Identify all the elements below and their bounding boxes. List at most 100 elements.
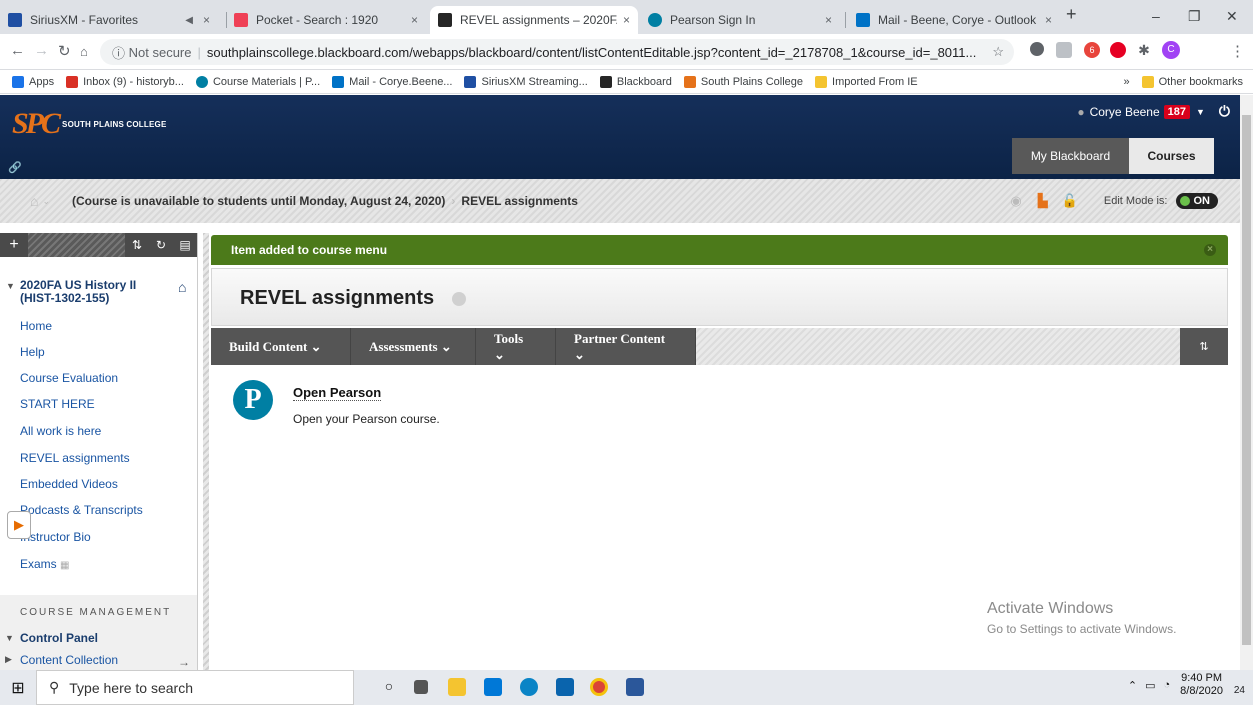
bookmarks-overflow[interactable]: » [1124, 76, 1130, 88]
menu-icon[interactable]: ⋮ [1230, 42, 1245, 60]
extension-icon[interactable]: 6 [1084, 42, 1100, 58]
tab-pocket[interactable]: Pocket - Search : 1920 × [226, 6, 426, 34]
partner-content-button[interactable]: Partner Content ⌄ [556, 328, 696, 365]
bookmark-course-materials[interactable]: Course Materials | P... [195, 75, 320, 88]
new-tab-button[interactable]: + [1066, 4, 1077, 25]
close-icon[interactable]: × [825, 13, 832, 27]
wifi-icon[interactable]: ◔ [1164, 679, 1171, 691]
edge-icon[interactable] [520, 678, 538, 696]
tab-my-blackboard[interactable]: My Blackboard [1012, 138, 1129, 174]
home-icon[interactable]: ⌂ [30, 193, 38, 209]
add-menu-item-icon[interactable]: + [0, 236, 28, 254]
edit-mode-toggle[interactable]: ON [1175, 193, 1218, 209]
link-icon[interactable]: 🔗 [8, 161, 22, 174]
sidebar-item-course-evaluation[interactable]: Course Evaluation [20, 371, 118, 385]
control-panel-heading[interactable]: Control Panel [20, 631, 98, 645]
assessments-button[interactable]: Assessments ⌄ [351, 328, 476, 365]
cortana-icon[interactable]: ○ [380, 678, 398, 696]
build-content-button[interactable]: Build Content ⌄ [211, 328, 351, 365]
bookmark-mail[interactable]: Mail - Corye.Beene... [332, 75, 453, 88]
bookmark-blackboard[interactable]: Blackboard [599, 75, 672, 88]
task-view-icon[interactable] [414, 680, 428, 694]
bookmark-apps[interactable]: Apps [12, 75, 54, 88]
sort-icon[interactable]: ⇅ [1180, 328, 1228, 365]
bookmark-imported[interactable]: Imported From IE [815, 75, 918, 88]
extension-icon[interactable] [1030, 42, 1044, 56]
chrome-icon[interactable] [590, 678, 608, 696]
address-bar[interactable]: ⓘ Not secure | southplainscollege.blackb… [100, 39, 1014, 65]
chevron-down-icon[interactable]: ⌄ [42, 196, 50, 207]
forward-icon[interactable]: → [34, 42, 49, 59]
file-explorer-icon[interactable] [448, 678, 466, 696]
puzzle-icon[interactable]: ✱ [1136, 42, 1152, 58]
word-icon[interactable] [626, 678, 644, 696]
home-icon[interactable]: ⌂ [80, 44, 88, 59]
tab-pearson-sign-in[interactable]: Pearson Sign In × [640, 6, 840, 34]
bookmark-south-plains[interactable]: South Plains College [683, 75, 803, 88]
course-management-heading: COURSE MANAGEMENT [20, 607, 172, 618]
folder-view-icon[interactable]: ▤ [173, 238, 197, 252]
breadcrumb-course[interactable]: (Course is unavailable to students until… [72, 194, 445, 208]
tab-revel-assignments[interactable]: REVEL assignments – 2020FA U × [430, 6, 638, 34]
reload-icon[interactable]: ↻ [58, 42, 71, 60]
other-bookmarks[interactable]: Other bookmarks [1141, 75, 1243, 88]
clock[interactable]: 9:40 PM 8/8/2020 [1180, 672, 1223, 698]
scrollbar-thumb[interactable] [1242, 115, 1251, 645]
close-icon[interactable]: × [1204, 244, 1216, 256]
play-media-button[interactable]: ▶ [7, 511, 31, 539]
mail-icon[interactable] [556, 678, 574, 696]
sidebar-item-exams[interactable]: Exams ▦ [20, 557, 69, 571]
window-close-button[interactable]: ✕ [1226, 8, 1238, 25]
lock-icon[interactable]: 🔓 [1062, 193, 1078, 209]
tools-button[interactable]: Tools ⌄ [476, 328, 556, 365]
tab-courses[interactable]: Courses [1129, 138, 1214, 174]
close-icon[interactable]: × [623, 13, 630, 27]
maximize-button[interactable]: ❐ [1188, 8, 1201, 25]
taskbar-search-box[interactable]: ⚲ Type here to search [36, 670, 354, 705]
tab-siriusxm[interactable]: SiriusXM - Favorites ◀︎ × [0, 6, 218, 34]
sidebar-item-home[interactable]: Home [20, 319, 52, 333]
collapse-icon[interactable]: ▼ [6, 281, 15, 291]
content-collection-link[interactable]: Content Collection [20, 653, 118, 667]
back-icon[interactable]: ← [10, 42, 25, 59]
refresh-icon[interactable]: ↻ [149, 238, 173, 252]
sidebar-item-help[interactable]: Help [20, 345, 45, 359]
page-scrollbar[interactable] [1240, 95, 1253, 670]
logout-icon[interactable]: ⏻ [1219, 103, 1230, 120]
college-logo[interactable]: SPC SOUTH PLAINS COLLEGE [12, 107, 166, 141]
chevron-up-icon[interactable]: ⌃ [1128, 679, 1137, 692]
close-icon[interactable]: × [203, 13, 210, 27]
chevron-down-icon[interactable] [452, 292, 466, 306]
sidebar-item-revel-assignments[interactable]: REVEL assignments [20, 451, 130, 465]
minimize-button[interactable]: – [1152, 8, 1160, 24]
windows-start-icon[interactable]: ⊞ [0, 678, 36, 698]
user-menu[interactable]: ● Corye Beene 187 ▼ ⏻ [1077, 103, 1230, 120]
store-icon[interactable] [484, 678, 502, 696]
extension-icon[interactable] [1056, 42, 1072, 58]
network-icon[interactable]: ▭ [1145, 679, 1155, 692]
bookmark-star-icon[interactable]: ☆ [992, 44, 1004, 60]
bookmark-label: Mail - Corye.Beene... [349, 75, 453, 88]
course-title[interactable]: 2020FA US History II (HIST-1302-155) [20, 279, 160, 305]
sidebar-item-start-here[interactable]: START HERE [20, 397, 95, 411]
sidebar-item-all-work[interactable]: All work is here [20, 424, 101, 438]
close-icon[interactable]: × [411, 13, 418, 27]
bookmark-inbox[interactable]: Inbox (9) - historyb... [66, 75, 184, 88]
student-preview-icon[interactable]: ◉ [1010, 193, 1021, 209]
expand-icon[interactable]: ▶ [5, 654, 12, 665]
sidebar-item-embedded-videos[interactable]: Embedded Videos [20, 477, 118, 491]
sidebar-item-podcasts[interactable]: Podcasts & Transcripts [20, 503, 143, 517]
reorder-icon[interactable]: ⇅ [125, 238, 149, 252]
collapse-icon[interactable]: ▼ [5, 633, 14, 643]
mute-icon[interactable]: ◀︎ [185, 15, 193, 26]
profile-avatar[interactable]: C [1162, 41, 1180, 59]
home-icon[interactable]: ⌂ [178, 279, 186, 295]
close-icon[interactable]: × [1045, 13, 1052, 27]
arrow-right-icon[interactable]: → [178, 655, 190, 669]
item-title-link[interactable]: Open Pearson [293, 385, 382, 401]
pinterest-icon[interactable] [1110, 42, 1126, 58]
color-picker-icon[interactable]: ▙ [1038, 193, 1048, 209]
notification-center-icon[interactable]: 24 [1234, 680, 1245, 696]
bookmark-siriusxm[interactable]: SiriusXM Streaming... [464, 75, 588, 88]
tab-outlook-mail[interactable]: Mail - Beene, Corye - Outlook × [848, 6, 1060, 34]
